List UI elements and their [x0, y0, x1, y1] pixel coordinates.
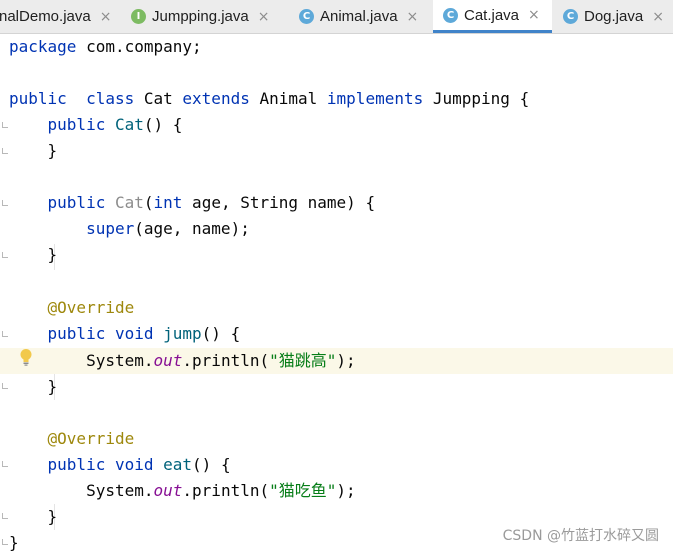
tab-animaldemo[interactable]: nalDemo.java × [0, 0, 121, 33]
keyword: void [114, 455, 154, 474]
code-line-println-jump: System.out.println("猫跳高"); [9, 348, 356, 374]
tab-label: nalDemo.java [0, 8, 91, 25]
fold-marker[interactable] [2, 200, 8, 206]
code-line-brace: } [9, 242, 58, 268]
code-line-ctor2: public Cat(int age, String name) { [9, 190, 376, 216]
code-line-eat-decl: public void eat() { [9, 452, 231, 478]
code-line-class-close: } [9, 530, 19, 556]
package-name: com.company; [76, 37, 202, 56]
keyword: implements [326, 89, 424, 108]
code-text: ( [143, 193, 154, 212]
code-text: } [47, 377, 58, 396]
string-literal: "猫吃鱼" [269, 481, 337, 500]
interface-name: Jumpping { [423, 89, 530, 108]
class-name: Cat [134, 89, 183, 108]
fold-marker[interactable] [2, 461, 8, 467]
fold-marker[interactable] [2, 513, 8, 519]
code-text: } [47, 245, 58, 264]
keyword: public [47, 193, 106, 212]
static-field: out [153, 351, 183, 370]
code-line-annotation: @Override [9, 295, 135, 321]
keyword: public [9, 89, 67, 108]
watermark: CSDN @竹蓝打水碎又圆 [502, 528, 659, 544]
code-line-ctor1: public Cat() { [9, 112, 183, 138]
method-name: eat [163, 455, 193, 474]
code-text: ); [336, 481, 356, 500]
class-file-icon: C [563, 9, 578, 24]
close-icon[interactable]: × [528, 7, 540, 23]
keyword: package [9, 37, 77, 56]
class-file-icon: C [443, 7, 458, 23]
editor-tab-bar: nalDemo.java × I Jumpping.java × C Anima… [0, 0, 673, 34]
close-icon[interactable]: × [652, 9, 664, 25]
code-text: age, String name) { [182, 193, 376, 212]
keyword: extends [182, 89, 250, 108]
class-file-icon: C [299, 9, 314, 24]
code-text: } [47, 141, 58, 160]
string-literal: "猫跳高" [269, 351, 337, 370]
code-line-brace: } [9, 374, 58, 400]
code-line-super: super(age, name); [9, 216, 250, 242]
keyword: int [153, 193, 183, 212]
fold-marker[interactable] [2, 331, 8, 337]
tab-dog[interactable]: C Dog.java × [553, 0, 673, 33]
code-text: .println( [182, 481, 270, 500]
keyword: super [86, 219, 135, 238]
method-name: jump [163, 324, 202, 343]
code-line-brace: } [9, 504, 58, 530]
fold-marker[interactable] [2, 252, 8, 258]
code-line-annotation: @Override [9, 426, 135, 452]
code-text: System. [86, 351, 154, 370]
tab-label: Dog.java [584, 8, 644, 25]
tab-cat[interactable]: C Cat.java × [433, 0, 552, 33]
keyword: class [86, 89, 135, 108]
keyword: void [114, 324, 154, 343]
code-line-brace: } [9, 138, 58, 164]
code-text: } [47, 507, 58, 526]
annotation: @Override [47, 429, 135, 448]
tab-label: Jumpping.java [152, 8, 249, 25]
code-text: (age, name); [134, 219, 250, 238]
code-text: System. [86, 481, 154, 500]
code-text: .println( [182, 351, 270, 370]
method-name: Cat [114, 115, 144, 134]
code-line-println-eat: System.out.println("猫吃鱼"); [9, 478, 356, 504]
keyword: public [47, 115, 106, 134]
static-field: out [153, 481, 183, 500]
close-icon[interactable]: × [100, 9, 112, 25]
close-icon[interactable]: × [258, 9, 270, 25]
parent-class: Animal [249, 89, 327, 108]
method-name: Cat [114, 193, 144, 212]
code-editor[interactable]: package com.company; public class Cat ex… [0, 34, 673, 553]
code-text: () { [201, 324, 241, 343]
code-text: ); [336, 351, 356, 370]
tab-label: Animal.java [320, 8, 398, 25]
keyword: public [47, 324, 106, 343]
tab-jumpping[interactable]: I Jumpping.java × [131, 0, 286, 33]
code-line-package: package com.company; [9, 34, 202, 60]
tab-animal[interactable]: C Animal.java × [299, 0, 433, 33]
fold-marker[interactable] [2, 122, 8, 128]
code-text: () { [192, 455, 231, 474]
fold-marker[interactable] [2, 383, 8, 389]
close-icon[interactable]: × [407, 9, 419, 25]
annotation: @Override [47, 298, 135, 317]
fold-gutter [0, 34, 9, 553]
keyword: public [47, 455, 106, 474]
code-line-jump-decl: public void jump() { [9, 321, 241, 347]
tab-label: Cat.java [464, 6, 520, 24]
code-text: () { [143, 115, 183, 134]
code-line-class-decl: public class Cat extends Animal implemen… [9, 86, 529, 112]
fold-marker[interactable] [2, 539, 8, 545]
interface-file-icon: I [131, 9, 146, 24]
fold-marker[interactable] [2, 148, 8, 154]
code-text: } [9, 533, 19, 552]
